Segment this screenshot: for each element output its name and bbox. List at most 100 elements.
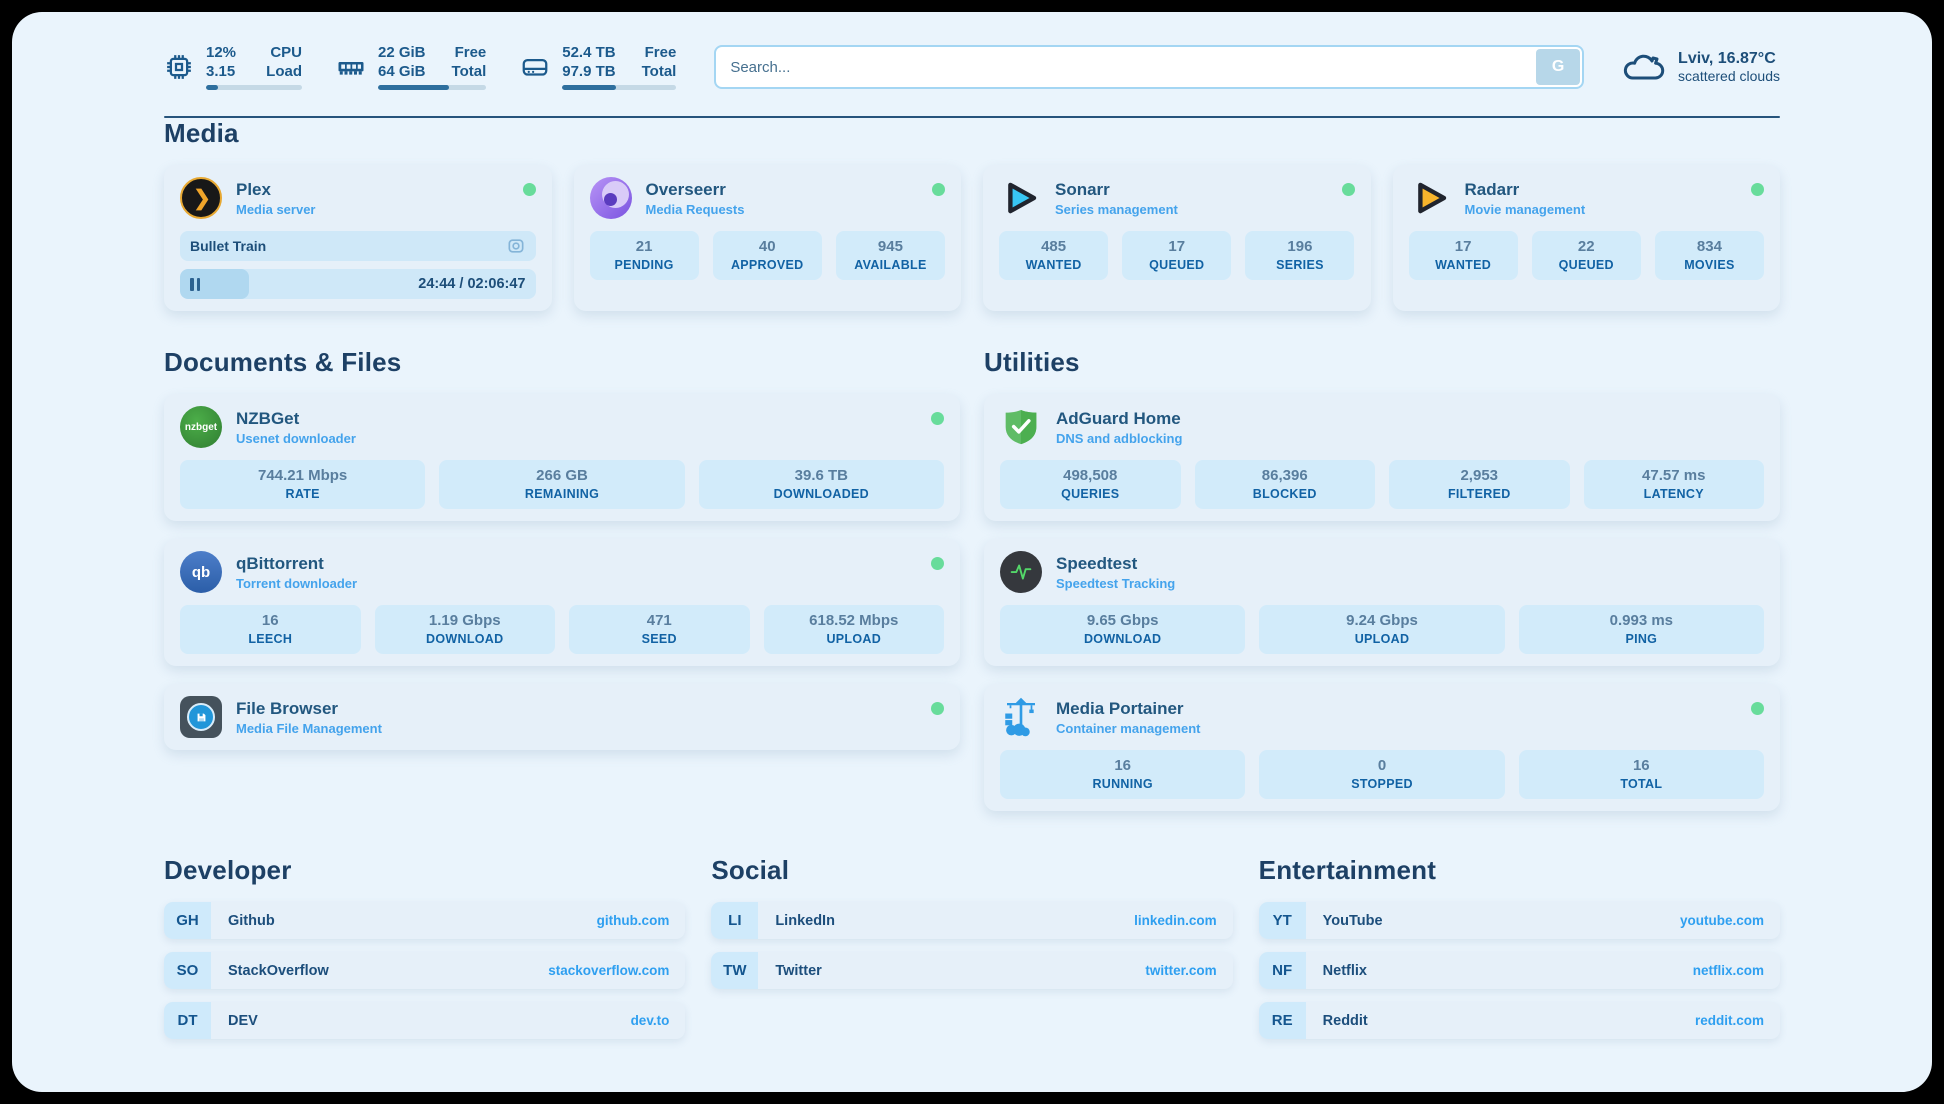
link-url[interactable]: youtube.com	[1680, 913, 1764, 928]
stat-value: 266 GB	[443, 467, 680, 484]
app-subtitle: Speedtest Tracking	[1056, 576, 1175, 591]
stat-box: 86,396 BLOCKED	[1195, 460, 1376, 509]
nzbget-icon: nzbget	[180, 406, 222, 448]
disk-stat: 52.4 TB 97.9 TB Free Total	[520, 44, 676, 91]
header: 12% 3.15 CPU Load	[164, 38, 1780, 96]
section-title-developer: Developer	[164, 855, 685, 886]
card-nzbget[interactable]: nzbget NZBGet Usenet downloader 744.21 M…	[164, 394, 960, 521]
stat-label: BLOCKED	[1199, 487, 1372, 501]
ram-icon	[336, 52, 366, 82]
stat-value: 9.65 Gbps	[1004, 612, 1241, 629]
dashboard-page: 12% 3.15 CPU Load	[12, 12, 1932, 1092]
disk-icon	[520, 52, 550, 82]
cpu-label-1: CPU	[270, 44, 302, 63]
link-url[interactable]: linkedin.com	[1134, 913, 1217, 928]
card-adguard[interactable]: AdGuard Home DNS and adblocking 498,508 …	[984, 394, 1780, 521]
card-portainer[interactable]: Media Portainer Container management 16 …	[984, 684, 1780, 811]
disk-label-2: Total	[642, 63, 677, 82]
app-subtitle: Torrent downloader	[236, 576, 357, 591]
stat-box: 9.24 Gbps UPLOAD	[1259, 605, 1504, 654]
session-icon[interactable]	[506, 236, 526, 256]
stat-box: 16 RUNNING	[1000, 750, 1245, 799]
status-dot	[1342, 183, 1355, 196]
link-badge: SO	[164, 952, 211, 989]
stat-box: 39.6 TB DOWNLOADED	[699, 460, 944, 509]
status-dot	[523, 183, 536, 196]
app-name: AdGuard Home	[1056, 409, 1182, 429]
status-dot	[932, 183, 945, 196]
link-item-netflix[interactable]: NF Netflix netflix.com	[1259, 952, 1780, 989]
link-badge: DT	[164, 1002, 211, 1039]
link-url[interactable]: dev.to	[631, 1013, 670, 1028]
stat-value: 17	[1413, 238, 1514, 255]
link-name: DEV	[228, 1013, 258, 1029]
link-item-youtube[interactable]: YT YouTube youtube.com	[1259, 902, 1780, 939]
card-sonarr[interactable]: Sonarr Series management 485 WANTED 17 Q…	[983, 165, 1371, 311]
link-item-reddit[interactable]: RE Reddit reddit.com	[1259, 1002, 1780, 1039]
link-item-twitter[interactable]: TW Twitter twitter.com	[711, 952, 1232, 989]
cloud-icon	[1622, 50, 1666, 84]
section-title-entertainment: Entertainment	[1259, 855, 1780, 886]
stat-label: STOPPED	[1263, 777, 1500, 791]
stat-label: WANTED	[1003, 258, 1104, 272]
stat-value: 834	[1659, 238, 1760, 255]
card-plex[interactable]: ❯ Plex Media server Bullet Train	[164, 165, 552, 311]
stat-box: 22 QUEUED	[1532, 231, 1641, 280]
stat-value: 498,508	[1004, 467, 1177, 484]
link-url[interactable]: twitter.com	[1145, 963, 1216, 978]
section-title-media: Media	[164, 118, 1780, 149]
link-item-dev[interactable]: DT DEV dev.to	[164, 1002, 685, 1039]
link-url[interactable]: netflix.com	[1693, 963, 1764, 978]
stat-value: 0	[1263, 757, 1500, 774]
ram-label-2: Total	[452, 63, 487, 82]
disk-progress-track	[562, 85, 676, 90]
stat-box: 471 SEED	[569, 605, 750, 654]
speedtest-icon	[1000, 551, 1042, 593]
card-overseerr[interactable]: Overseerr Media Requests 21 PENDING 40 A…	[574, 165, 962, 311]
link-url[interactable]: stackoverflow.com	[548, 963, 669, 978]
stat-value: 9.24 Gbps	[1263, 612, 1500, 629]
social-section: Social LI LinkedIn linkedin.com TW Twitt…	[711, 855, 1232, 1039]
now-playing-title: Bullet Train	[190, 238, 266, 254]
ram-stat: 22 GiB 64 GiB Free Total	[336, 44, 486, 91]
section-title-utilities: Utilities	[984, 347, 1780, 378]
qbittorrent-icon: qb	[180, 551, 222, 593]
link-name: Reddit	[1323, 1013, 1368, 1029]
card-speedtest[interactable]: Speedtest Speedtest Tracking 9.65 Gbps D…	[984, 539, 1780, 666]
stat-value: 471	[573, 612, 746, 629]
pause-icon[interactable]	[190, 278, 200, 291]
link-url[interactable]: github.com	[597, 913, 670, 928]
stat-value: 744.21 Mbps	[184, 467, 421, 484]
link-item-github[interactable]: GH Github github.com	[164, 902, 685, 939]
cpu-progress-track	[206, 85, 302, 90]
card-qbittorrent[interactable]: qb qBittorrent Torrent downloader 16	[164, 539, 960, 666]
card-filebrowser[interactable]: File Browser Media File Management	[164, 684, 960, 750]
stat-label: TOTAL	[1523, 777, 1760, 791]
playback-time: 24:44 / 02:06:47	[418, 276, 525, 292]
app-name: NZBGet	[236, 409, 356, 429]
stat-box: 485 WANTED	[999, 231, 1108, 280]
card-radarr[interactable]: Radarr Movie management 17 WANTED 22 QUE…	[1393, 165, 1781, 311]
developer-section: Developer GH Github github.com SO StackO…	[164, 855, 685, 1039]
link-item-linkedin[interactable]: LI LinkedIn linkedin.com	[711, 902, 1232, 939]
system-stats: 12% 3.15 CPU Load	[164, 44, 676, 91]
link-url[interactable]: reddit.com	[1695, 1013, 1764, 1028]
stat-label: QUEUED	[1126, 258, 1227, 272]
disk-label-1: Free	[645, 44, 677, 63]
status-dot	[931, 702, 944, 715]
stat-box: 16 LEECH	[180, 605, 361, 654]
search-input[interactable]	[716, 47, 1534, 87]
stat-label: RATE	[184, 487, 421, 501]
adguard-icon	[1000, 406, 1042, 448]
stat-label: APPROVED	[717, 258, 818, 272]
stat-label: QUEUED	[1536, 258, 1637, 272]
stat-value: 1.19 Gbps	[379, 612, 552, 629]
app-name: Sonarr	[1055, 180, 1178, 200]
stat-label: PING	[1523, 632, 1760, 646]
stat-box: 498,508 QUERIES	[1000, 460, 1181, 509]
entertainment-section: Entertainment YT YouTube youtube.com NF …	[1259, 855, 1780, 1039]
link-name: StackOverflow	[228, 963, 329, 979]
stat-box: 834 MOVIES	[1655, 231, 1764, 280]
search-engine-button[interactable]: G	[1536, 49, 1580, 85]
link-item-stackoverflow[interactable]: SO StackOverflow stackoverflow.com	[164, 952, 685, 989]
